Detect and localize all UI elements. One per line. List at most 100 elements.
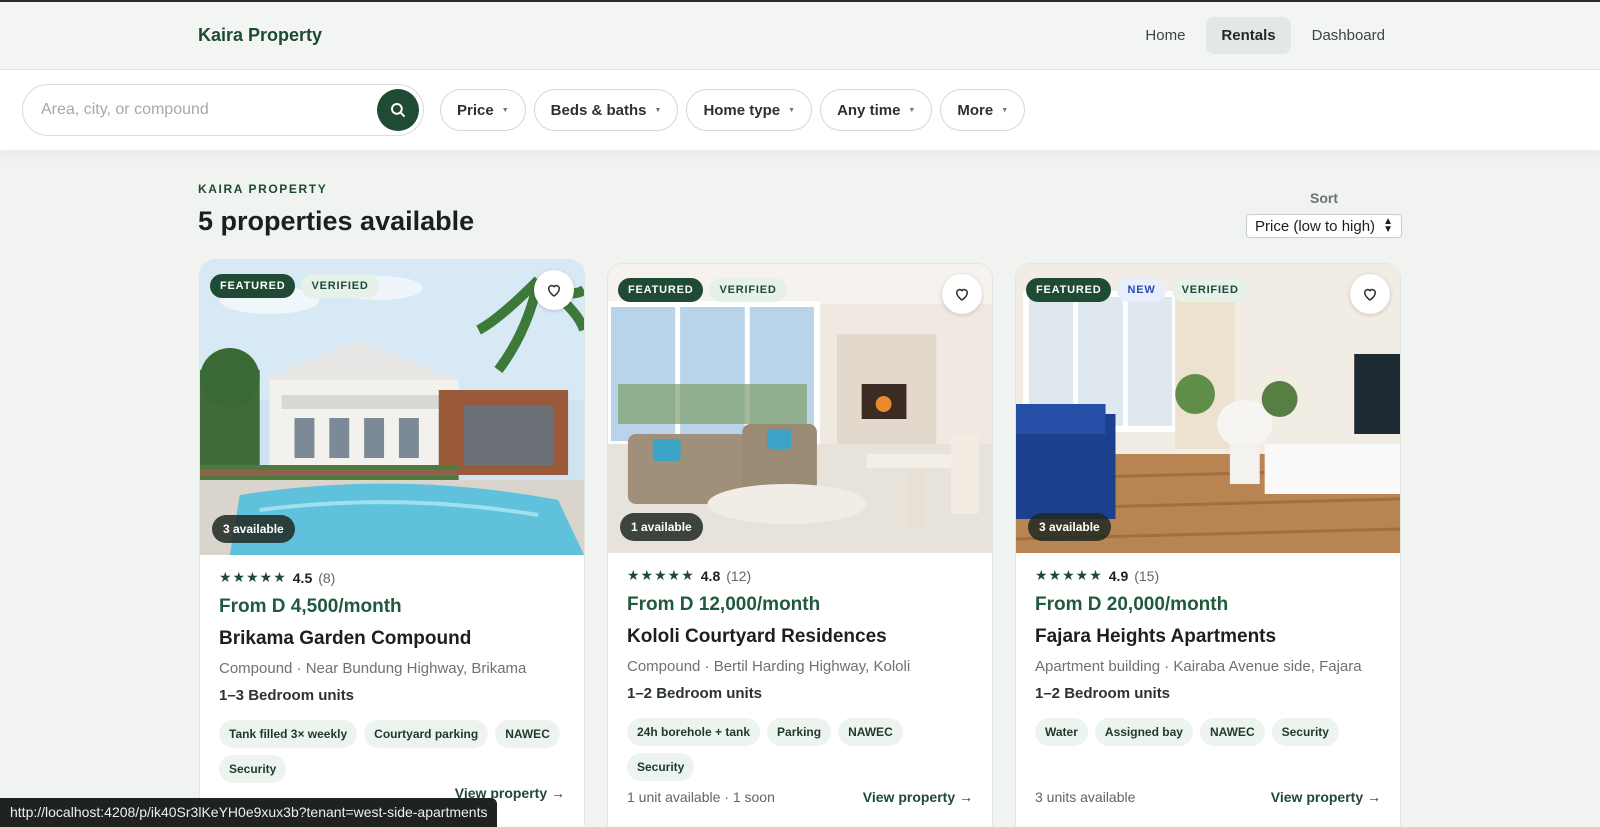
amenity-tags: 24h borehole + tank Parking NAWEC Securi… (627, 718, 972, 781)
card-footer: 1 unit available · 1 soon View property … (627, 789, 973, 805)
chevron-down-icon: ▼ (908, 106, 916, 114)
view-property-link[interactable]: View property → (1271, 789, 1381, 805)
featured-badge: FEATURED (1026, 278, 1112, 302)
amenity-tag: 24h borehole + tank (627, 718, 761, 746)
filter-any-time[interactable]: Any time ▼ (820, 89, 933, 131)
search-icon (391, 103, 405, 117)
featured-badge: FEATURED (618, 278, 704, 302)
amenity-tag: Parking (767, 718, 832, 746)
rating: ★★★★★ 4.9 (15) (1035, 567, 1380, 584)
chevron-down-icon: ▼ (1001, 106, 1009, 114)
search-box (22, 84, 424, 136)
star-icons: ★★★★★ (627, 567, 695, 583)
property-card[interactable]: FEATURED NEW VERIFIED 3 available ★★★★★ … (1015, 263, 1401, 827)
card-badges: FEATURED VERIFIED (210, 274, 379, 298)
chevron-down-icon: ▼ (501, 106, 509, 114)
property-card[interactable]: FEATURED VERIFIED 1 available ★★★★★ 4.8 … (607, 263, 993, 827)
property-units: 1–3 Bedroom units (219, 687, 355, 704)
property-photo[interactable]: FEATURED VERIFIED 3 available (200, 260, 584, 555)
filter-any-time-label: Any time (837, 101, 901, 119)
listing-heading: KAIRA PROPERTY 5 properties available (198, 182, 474, 237)
availability-badge: 3 available (1028, 513, 1111, 541)
rating-score: 4.9 (1108, 567, 1129, 584)
sort-control: Sort Price (low to high) ▲ ▼ (1246, 190, 1402, 238)
search-button[interactable] (377, 89, 419, 131)
property-name[interactable]: Kololi Courtyard Residences (627, 626, 972, 648)
heart-icon (955, 288, 969, 301)
property-image (1016, 264, 1400, 553)
amenity-tag: NAWEC (838, 718, 903, 746)
star-icons: ★★★★★ (1035, 567, 1103, 583)
property-card[interactable]: FEATURED VERIFIED 3 available ★★★★★ 4.5 … (199, 259, 585, 827)
chevron-down-icon: ▼ (788, 106, 796, 114)
sort-select[interactable]: Price (low to high) ▲ ▼ (1246, 214, 1402, 238)
property-name[interactable]: Brikama Garden Compound (219, 628, 564, 650)
filter-beds-baths-label: Beds & baths (550, 101, 647, 119)
filter-home-type-label: Home type (703, 101, 781, 119)
nav-link-dashboard[interactable]: Dashboard (1297, 17, 1400, 54)
filter-price-label: Price (457, 101, 494, 119)
verified-badge: VERIFIED (709, 278, 787, 302)
filter-more-label: More (957, 101, 994, 119)
filter-more[interactable]: More ▼ (940, 89, 1026, 131)
availability-badge: 1 available (620, 513, 703, 541)
availability-badge: 3 available (212, 515, 295, 543)
new-badge: NEW (1117, 278, 1166, 302)
filter-bar: Price ▼ Beds & baths ▼ Home type ▼ Any time… (0, 70, 1600, 150)
property-price: From D 4,500/month (219, 596, 402, 617)
verified-badge: VERIFIED (1171, 278, 1249, 302)
rating-score: 4.5 (292, 569, 313, 586)
amenity-tags: Water Assigned bay NAWEC Security (1035, 718, 1380, 746)
heart-icon (1363, 288, 1377, 301)
page-title: 5 properties available (198, 206, 475, 236)
rating-score: 4.8 (700, 567, 721, 584)
property-location: Apartment building · Kairaba Avenue side… (1035, 658, 1362, 675)
property-price: From D 12,000/month (627, 594, 821, 615)
review-count: (12) (726, 567, 752, 584)
filter-beds-baths[interactable]: Beds & baths ▼ (533, 89, 679, 131)
filter-price[interactable]: Price ▼ (440, 89, 526, 131)
property-name[interactable]: Fajara Heights Apartments (1035, 626, 1380, 648)
amenity-tag: Courtyard parking (364, 720, 489, 748)
nav-link-home[interactable]: Home (1130, 17, 1200, 54)
amenity-tag: Tank filled 3× weekly (219, 720, 358, 748)
property-photo[interactable]: FEATURED VERIFIED 1 available (608, 264, 992, 553)
eyebrow-label: KAIRA PROPERTY (198, 182, 328, 196)
rating: ★★★★★ 4.8 (12) (627, 567, 972, 584)
select-arrows-icon: ▲ ▼ (1383, 216, 1393, 235)
favorite-button[interactable] (942, 274, 982, 314)
sort-selected-value: Price (low to high) (1255, 217, 1376, 235)
card-body: ★★★★★ 4.8 (12) From D 12,000/month Kolol… (608, 553, 992, 781)
favorite-button[interactable] (534, 270, 574, 310)
brand-logo[interactable]: Kaira Property (198, 25, 322, 46)
amenity-tag: Security (1271, 718, 1339, 746)
property-photo[interactable]: FEATURED NEW VERIFIED 3 available (1016, 264, 1400, 553)
rating: ★★★★★ 4.5 (8) (219, 569, 564, 586)
card-badges: FEATURED VERIFIED (618, 278, 787, 302)
card-footer: 3 units available View property → (1035, 789, 1381, 805)
nav-link-rentals[interactable]: Rentals (1206, 17, 1291, 54)
heart-icon (547, 284, 561, 297)
property-image (200, 260, 584, 555)
card-body: ★★★★★ 4.5 (8) From D 4,500/month Brikama… (200, 555, 584, 783)
filter-home-type[interactable]: Home type ▼ (686, 89, 813, 131)
star-icons: ★★★★★ (219, 569, 287, 585)
view-property-link[interactable]: View property → (863, 789, 973, 805)
amenity-tag: Security (627, 753, 695, 781)
verified-badge: VERIFIED (301, 274, 379, 298)
featured-badge: FEATURED (210, 274, 296, 298)
search-input[interactable] (41, 101, 377, 119)
top-nav: Kaira Property Home Rentals Dashboard (0, 0, 1600, 70)
units-available: 3 units available (1035, 789, 1136, 805)
units-available: 1 unit available · 1 soon (627, 789, 775, 805)
property-units: 1–2 Bedroom units (1035, 685, 1171, 702)
sort-label: Sort (1310, 190, 1338, 206)
review-count: (15) (1134, 567, 1160, 584)
nav-links: Home Rentals Dashboard (1130, 17, 1400, 54)
property-location: Compound · Near Bundung Highway, Brikama (219, 660, 527, 677)
card-badges: FEATURED NEW VERIFIED (1026, 278, 1249, 302)
property-location: Compound · Bertil Harding Highway, Kolol… (627, 658, 911, 675)
status-bar-url: http://localhost:4208/p/ik40Sr3lKeYH0e9x… (0, 798, 498, 827)
property-image (608, 264, 992, 553)
favorite-button[interactable] (1350, 274, 1390, 314)
